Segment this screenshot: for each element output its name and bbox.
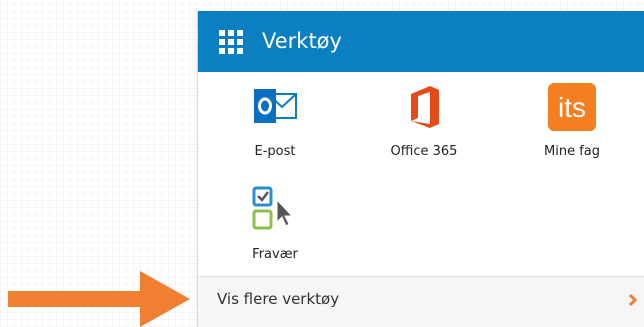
- app-grid-icon[interactable]: [219, 30, 243, 54]
- its-learning-icon: its: [548, 83, 596, 131]
- office-365-icon: [411, 86, 439, 128]
- outlook-mail-icon: [254, 89, 297, 123]
- show-more-tools-label: Vis flere verktøy: [217, 290, 340, 308]
- show-more-tools-link[interactable]: Vis flere verktøy: [198, 277, 644, 327]
- panel-title: Verktøy: [262, 29, 342, 53]
- tool-label: Office 365: [390, 144, 458, 159]
- chevron-right-icon: [628, 293, 638, 307]
- absence-checklist-icon: [252, 186, 294, 230]
- tools-panel-header: Verktøy: [198, 11, 644, 72]
- tool-label: Mine fag: [544, 144, 600, 159]
- svg-text:its: its: [558, 92, 586, 123]
- tools-panel: Verktøy E-post Office 365 its Mine fag F…: [197, 11, 644, 327]
- pointer-arrow-icon: [8, 271, 190, 327]
- tool-label: Fravær: [252, 247, 298, 262]
- tool-label: E-post: [254, 144, 296, 159]
